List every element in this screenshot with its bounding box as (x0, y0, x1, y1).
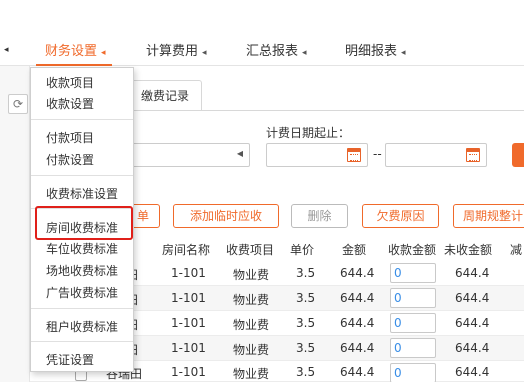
button-label: 删除 (307, 209, 332, 223)
add-temp-receivable-button[interactable]: 添加临时应收 (173, 204, 279, 228)
cell-item: 物业费 (233, 318, 270, 332)
cell-unpaid: 644.4 (455, 341, 490, 355)
cell-room: 1-101 (171, 365, 206, 379)
nav-item-summary-report[interactable]: 汇总报表 ◂ (246, 40, 307, 59)
cell-price: 3.5 (296, 341, 316, 355)
cell-unpaid: 644.4 (455, 266, 490, 280)
refresh-icon[interactable]: ⟳ (8, 94, 28, 114)
cell-amount: 644.4 (340, 365, 375, 379)
menu-divider (31, 308, 133, 309)
col-amount: 金额 (342, 243, 367, 257)
button-label: 欠费原因 (376, 209, 425, 223)
filter-select[interactable]: ◀ (126, 143, 250, 167)
end-date-input[interactable] (385, 143, 487, 167)
received-amount-input[interactable]: 0 (390, 338, 436, 358)
start-date-input[interactable] (266, 143, 368, 167)
received-amount-input[interactable]: 0 (390, 363, 436, 382)
calendar-icon[interactable] (466, 148, 480, 162)
chevron-icon: ◂ (101, 48, 106, 58)
nav-item-label: 汇总报表 (246, 44, 299, 59)
col-received-amount: 收款金额 (388, 243, 437, 257)
nav-item-label: 财务设置 (45, 44, 98, 59)
tab-label: 缴费记录 (140, 89, 189, 103)
button-label: 周期规整计 (462, 209, 523, 223)
cell-room: 1-101 (171, 316, 206, 330)
chevron-icon: ◂ (302, 48, 307, 58)
col-unit-price: 单价 (290, 243, 315, 257)
nav-item-label: 计算费用 (146, 44, 199, 59)
cell-item: 物业费 (233, 293, 270, 307)
col-fee-item: 收费项目 (226, 243, 275, 257)
menu-item-receipt-items[interactable]: 收款项目 (46, 74, 94, 91)
chevron-icon: ◂ (401, 48, 406, 58)
cell-unpaid: 644.4 (455, 365, 490, 379)
menu-item-receipt-settings[interactable]: 收款设置 (46, 95, 94, 112)
delete-button[interactable]: 删除 (291, 204, 348, 228)
cell-amount: 644.4 (340, 291, 375, 305)
col-room-name: 房间名称 (162, 243, 211, 257)
menu-item-ad-fee-standard[interactable]: 广告收费标准 (46, 284, 118, 301)
cell-price: 3.5 (296, 365, 316, 379)
button-label: 单 (136, 209, 149, 223)
nav-item-detail-report[interactable]: 明细报表 ◂ (345, 40, 406, 59)
cell-room: 1-101 (171, 291, 206, 305)
menu-item-payment-settings[interactable]: 付款设置 (46, 151, 94, 168)
highlight-box (35, 206, 133, 240)
col-reduction: 减 (510, 243, 523, 257)
menu-item-parking-fee-standard[interactable]: 车位收费标准 (46, 240, 118, 257)
period-adjust-button[interactable]: 周期规整计 (453, 204, 524, 228)
cell-unpaid: 644.4 (455, 291, 490, 305)
cell-item: 物业费 (233, 268, 270, 282)
nav-item-finance-settings[interactable]: 财务设置 ◂ (45, 40, 106, 59)
nav-item-label: 明细报表 (345, 44, 398, 59)
cell-amount: 644.4 (340, 266, 375, 280)
date-separator: -- (373, 147, 382, 161)
received-amount-input[interactable]: 0 (390, 313, 436, 333)
nav-item-calc-fees[interactable]: 计算费用 ◂ (146, 40, 207, 59)
tab-payment-records[interactable]: 缴费记录 (128, 80, 202, 110)
left-arrow-icon: ◂ (4, 45, 9, 55)
cell-room: 1-101 (171, 266, 206, 280)
menu-item-voucher-settings[interactable]: 凭证设置 (46, 351, 94, 368)
cell-item: 物业费 (233, 343, 270, 357)
menu-divider (31, 119, 133, 120)
search-button[interactable] (512, 143, 524, 167)
menu-item-fee-standard-settings[interactable]: 收费标准设置 (46, 185, 118, 202)
cell-amount: 644.4 (340, 316, 375, 330)
menu-item-payment-items[interactable]: 付款项目 (46, 129, 94, 146)
button-label: 添加临时应收 (189, 209, 262, 223)
received-amount-input[interactable]: 0 (390, 263, 436, 283)
menu-divider (31, 175, 133, 176)
cell-price: 3.5 (296, 316, 316, 330)
cell-amount: 644.4 (340, 341, 375, 355)
calendar-icon[interactable] (347, 148, 361, 162)
menu-item-tenant-fee-standard[interactable]: 租户收费标准 (46, 318, 118, 335)
col-unpaid-amount: 未收金额 (444, 243, 493, 257)
active-nav-underline (36, 64, 112, 66)
arrears-reason-button[interactable]: 欠费原因 (362, 204, 439, 228)
caret-icon: ◀ (236, 149, 243, 158)
received-amount-input[interactable]: 0 (390, 288, 436, 308)
nav-left-arrow-icon[interactable]: ◂ (4, 41, 9, 56)
cell-room: 1-101 (171, 341, 206, 355)
top-nav: ◂ 财务设置 ◂ 计算费用 ◂ 汇总报表 ◂ 明细报表 ◂ (0, 0, 524, 66)
menu-item-venue-fee-standard[interactable]: 场地收费标准 (46, 262, 118, 279)
cell-price: 3.5 (296, 291, 316, 305)
date-range-label: 计费日期起止： (266, 126, 351, 140)
cell-unpaid: 644.4 (455, 316, 490, 330)
menu-divider (31, 341, 133, 342)
chevron-icon: ◂ (202, 48, 207, 58)
cell-item: 物业费 (233, 367, 270, 381)
cell-price: 3.5 (296, 266, 316, 280)
